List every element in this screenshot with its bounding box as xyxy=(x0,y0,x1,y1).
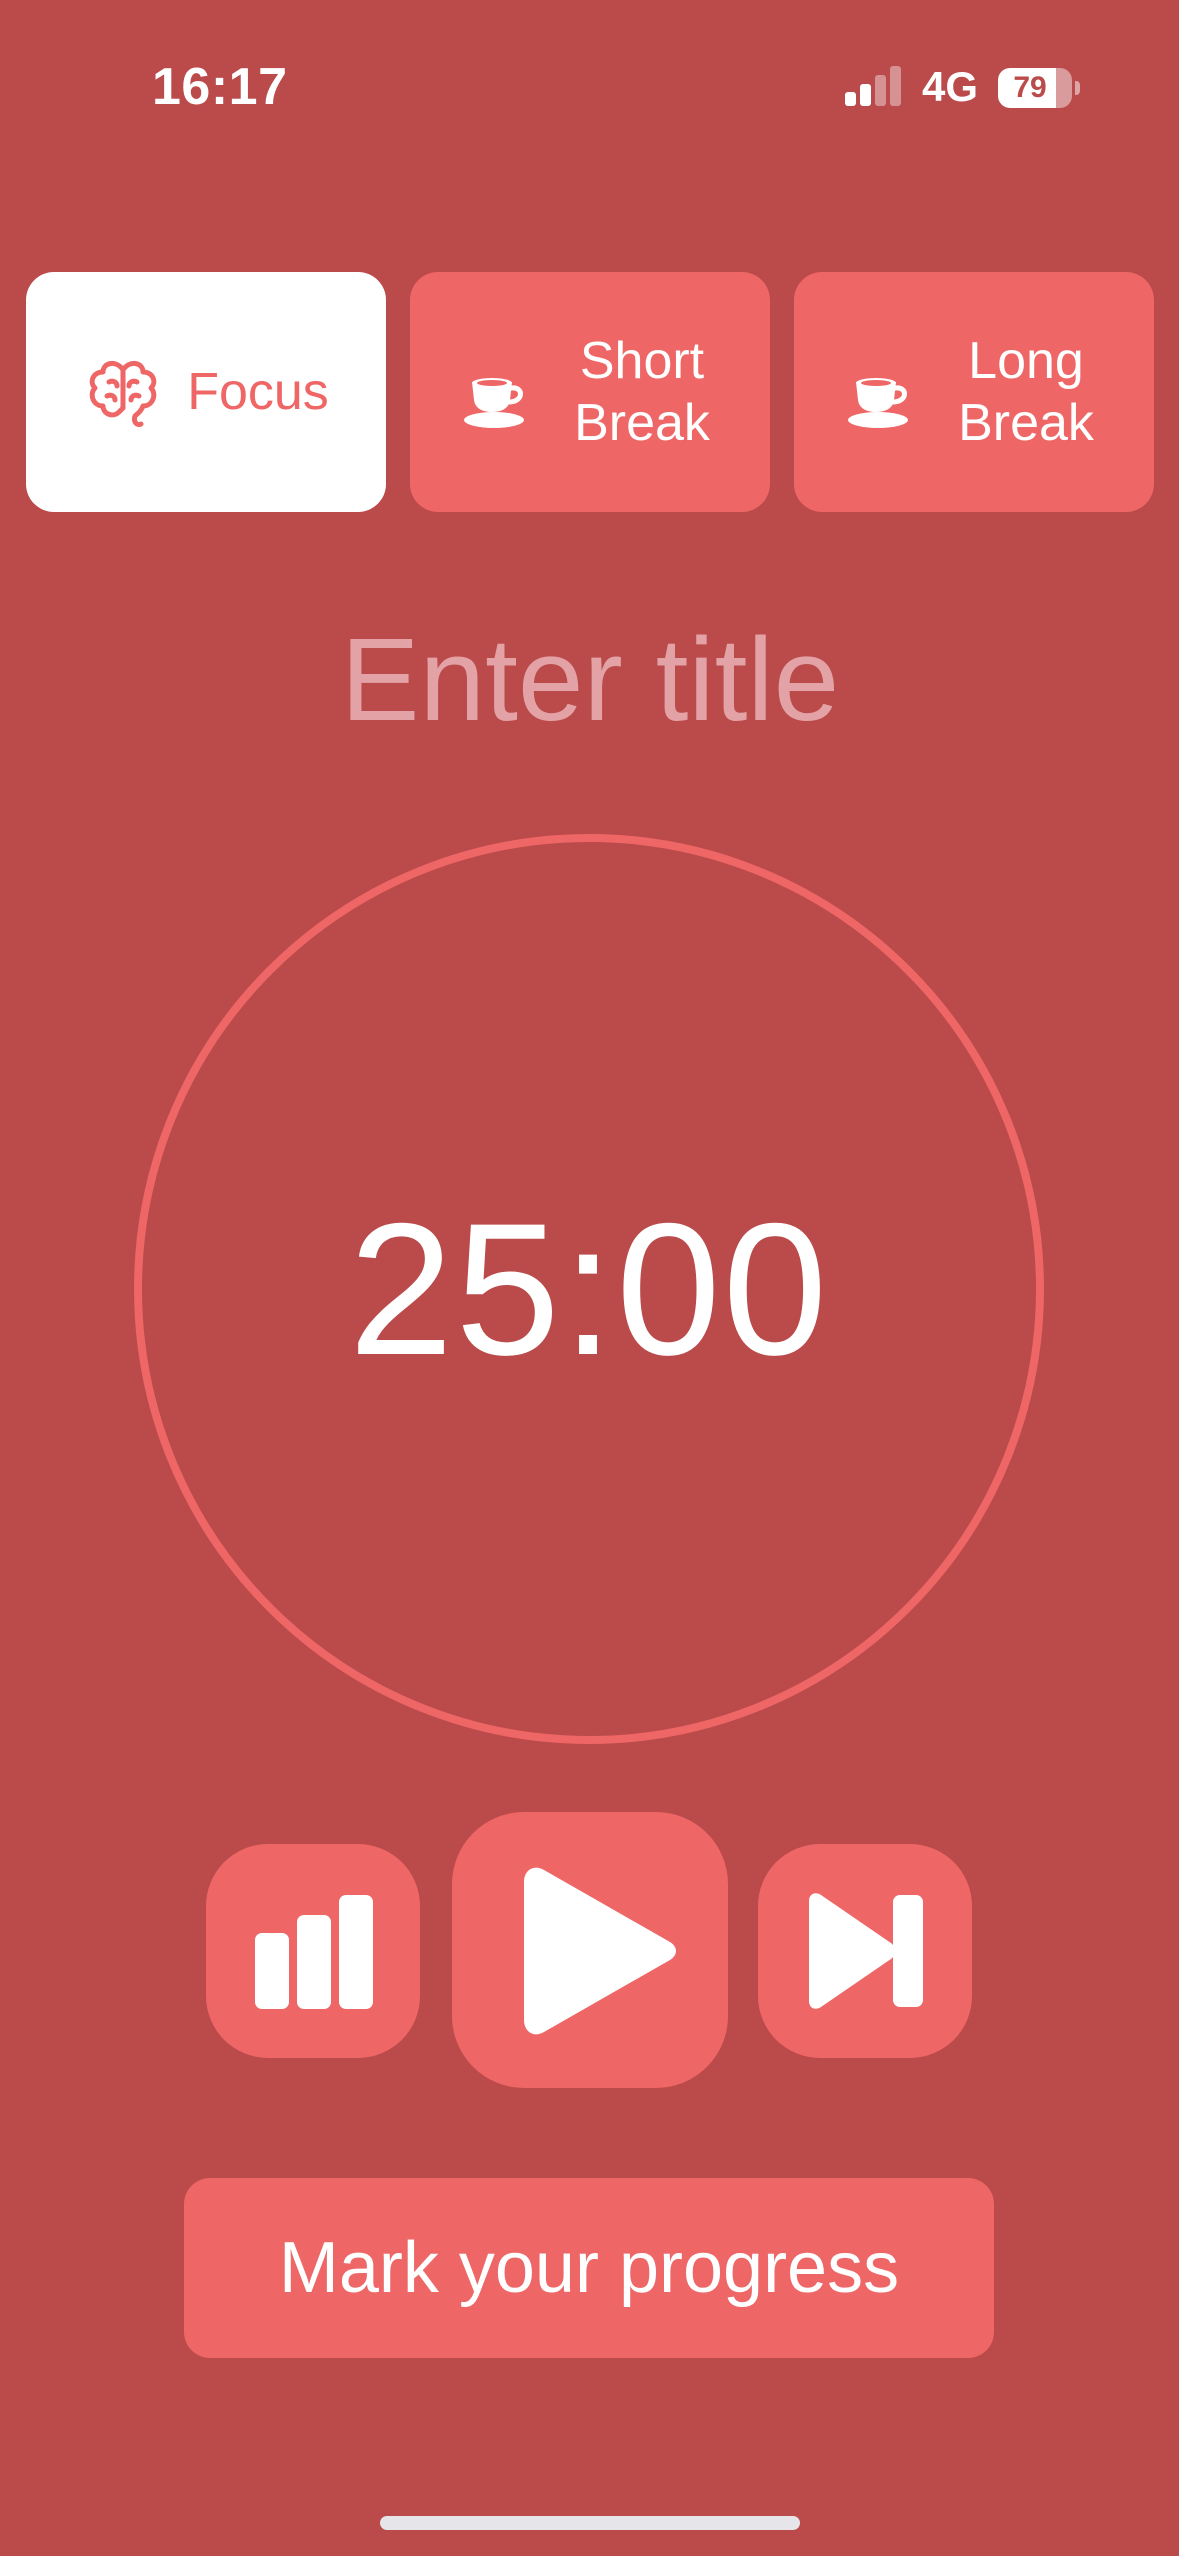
bar-chart-icon xyxy=(255,1895,373,2009)
coffee-cup-icon xyxy=(848,378,908,428)
tab-short-break[interactable]: Short Break xyxy=(410,272,770,512)
tab-long-break[interactable]: Long Break xyxy=(794,272,1154,512)
stats-button[interactable] xyxy=(206,1844,420,2058)
mark-progress-button[interactable]: Mark your progress xyxy=(184,2178,994,2358)
home-indicator[interactable] xyxy=(380,2516,800,2530)
timer-display: 25:00 xyxy=(348,1184,830,1394)
tab-focus-label: Focus xyxy=(187,363,329,421)
tab-long-break-label: Long Break xyxy=(958,332,1094,452)
brain-icon xyxy=(89,361,157,427)
title-input[interactable] xyxy=(190,600,990,760)
battery-level: 79 xyxy=(1013,71,1047,104)
battery-icon: 79 xyxy=(998,68,1080,108)
skip-forward-icon xyxy=(809,1893,923,2009)
skip-button[interactable] xyxy=(758,1844,972,2058)
status-time: 16:17 xyxy=(152,58,288,116)
tab-focus[interactable]: Focus xyxy=(26,272,386,512)
network-type: 4G xyxy=(922,63,979,110)
coffee-cup-icon xyxy=(464,378,524,428)
play-button[interactable] xyxy=(452,1812,728,2088)
cellular-signal-icon xyxy=(845,66,901,106)
tab-short-break-label: Short Break xyxy=(574,332,710,452)
play-icon xyxy=(524,1867,676,2035)
